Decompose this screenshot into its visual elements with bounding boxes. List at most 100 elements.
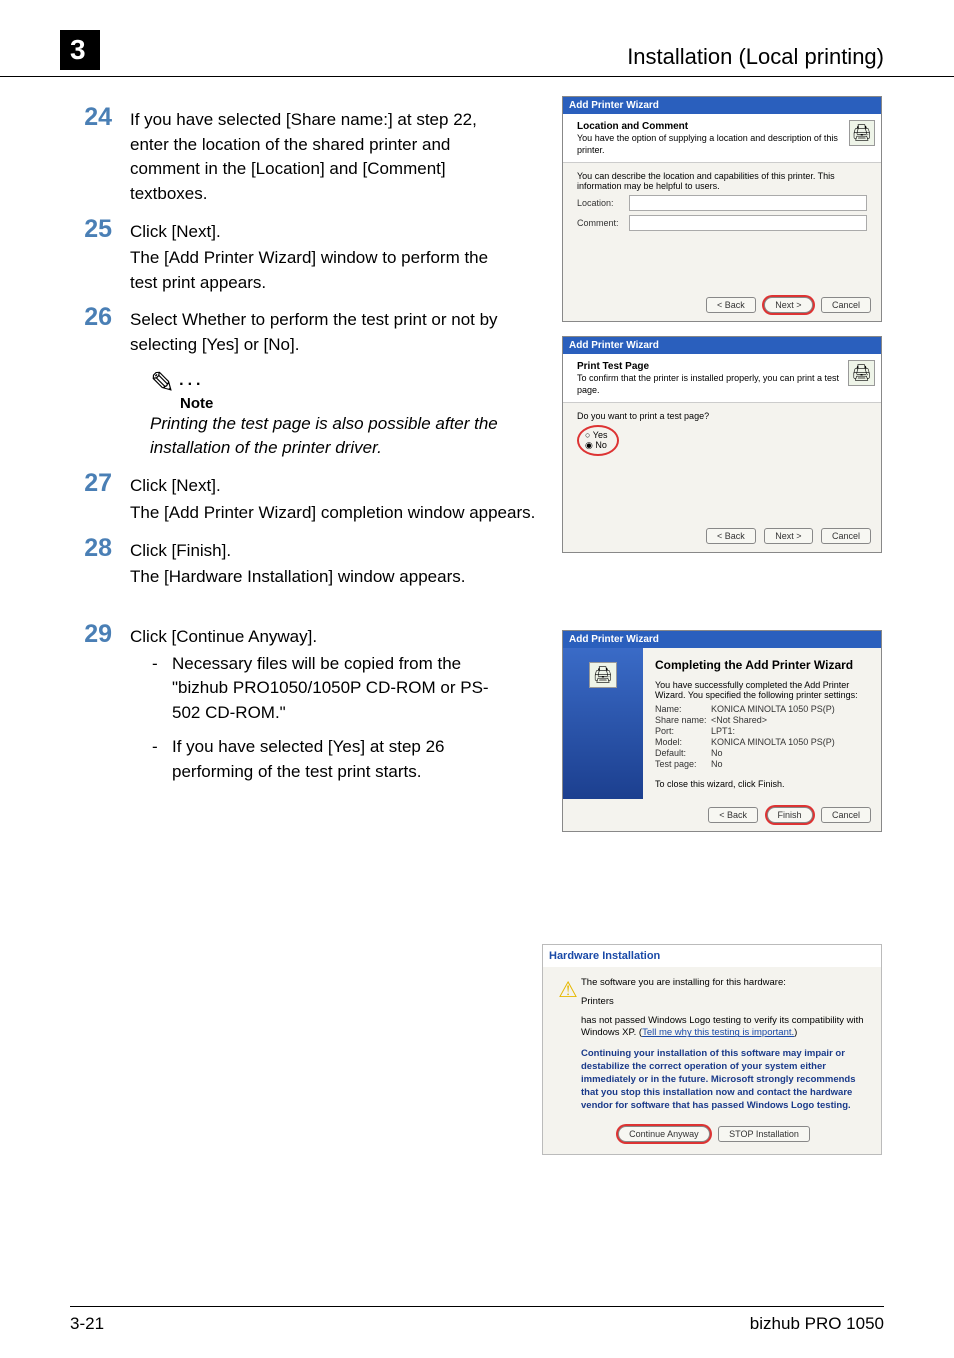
cancel-button[interactable]: Cancel [821,528,871,544]
dialog-header-sub: To confirm that the printer is installed… [577,373,839,395]
dialog-print-test-page: Add Printer Wizard Print Test Page To co… [562,336,882,553]
note-block: ✎... Note Printing the test page is also… [150,366,510,460]
dialog-title: Add Printer Wizard [563,337,881,354]
radio-no-label: No [595,440,607,450]
step-number: 24 [70,103,130,207]
finish-button[interactable]: Finish [767,807,813,823]
kv-name: Name:KONICA MINOLTA 1050 PS(P) [655,704,869,714]
dialog-title: Add Printer Wizard [563,631,881,648]
kv-key: Share name: [655,715,711,725]
kv-key: Model: [655,737,711,747]
step-number: 27 [70,469,130,525]
dialog-body: Do you want to print a test page? ○ Yes … [563,403,881,520]
step-text: Click [Finish]. The [Hardware Installati… [130,534,465,590]
dialog-header-text: Print Test Page To confirm that the prin… [577,360,848,396]
kv-testpage: Test page:No [655,759,869,769]
logo-testing-link[interactable]: Tell me why this testing is important. [642,1027,794,1038]
kv-model: Model:KONICA MINOLTA 1050 PS(P) [655,737,869,747]
radio-no[interactable]: ◉ No [585,440,607,451]
step-line: Click [Next]. [130,220,500,245]
next-button[interactable]: Next > [764,297,812,313]
radio-yes[interactable]: ○ Yes [585,430,607,440]
bullet-text: Necessary files will be copied from the … [172,652,500,726]
step-line: Click [Finish]. [130,539,465,564]
dialog-location-comment: Add Printer Wizard Location and Comment … [562,96,882,322]
warning-icon: ⚠ [555,977,581,1112]
note-dots-icon: ... [179,372,204,389]
location-field-row: Location: [577,195,867,211]
dialog-header-text: Location and Comment You have the option… [577,120,849,156]
step-line: The [Add Printer Wizard] completion wind… [130,501,535,526]
kv-key: Port: [655,726,711,736]
printer-icon: 🖨 [849,120,875,146]
header-title: Installation (Local printing) [627,44,884,70]
step-text: If you have selected [Share name:] at st… [130,103,500,207]
step-number: 28 [70,534,130,590]
test-page-question: Do you want to print a test page? [577,411,867,421]
dialog-completing-wizard: Add Printer Wizard 🖨 Completing the Add … [562,630,882,832]
dialog-summary: Completing the Add Printer Wizard You ha… [643,648,881,799]
hw-line3: has not passed Windows Logo testing to v… [581,1015,869,1041]
dialog-close-text: To close this wizard, click Finish. [655,779,869,789]
dialog-footer: < Back Next > Cancel [563,520,881,552]
step-text: Click [Continue Anyway]. - Necessary fil… [130,620,500,795]
back-button[interactable]: < Back [706,528,756,544]
dialog-intro: You can describe the location and capabi… [577,171,867,191]
printer-icon: 🖨 [589,662,617,688]
dialog-body: ⚠ The software you are installing for th… [543,967,881,1118]
dialog-title: Hardware Installation [543,945,881,967]
bullet-item: - Necessary files will be copied from th… [152,652,500,726]
step-number: 26 [70,303,130,357]
step-line: The [Hardware Installation] window appea… [130,565,465,590]
dialog-desc: You have successfully completed the Add … [655,680,869,700]
next-button[interactable]: Next > [764,528,812,544]
back-button[interactable]: < Back [706,297,756,313]
kv-port: Port:LPT1: [655,726,869,736]
stop-installation-button[interactable]: STOP Installation [718,1126,810,1142]
dialog-body: 🖨 Completing the Add Printer Wizard You … [563,648,881,799]
kv-sharename: Share name:<Not Shared> [655,715,869,725]
hw-line3b: ) [794,1027,797,1038]
dialog-footer: Continue Anyway STOP Installation [543,1118,881,1154]
comment-field-row: Comment: [577,215,867,231]
dialog-footer: < Back Next > Cancel [563,289,881,321]
step-line: Click [Continue Anyway]. [130,625,500,650]
dialog-heading: Completing the Add Printer Wizard [655,658,869,672]
dialog-header: Location and Comment You have the option… [563,114,881,163]
step-text: Click [Next]. The [Add Printer Wizard] w… [130,215,500,296]
page-header: 3 Installation (Local printing) [0,0,954,77]
location-label: Location: [577,198,629,208]
step-number: 25 [70,215,130,296]
step-line: Click [Next]. [130,474,535,499]
dialog-hardware-installation: Hardware Installation ⚠ The software you… [542,944,882,1155]
page-footer: 3-21 bizhub PRO 1050 [0,1306,954,1334]
note-label: Note [180,395,510,412]
dialog-header-sub: You have the option of supplying a locat… [577,133,838,155]
step-text: Select Whether to perform the test print… [130,303,500,357]
dialog-sidebar: 🖨 [563,648,643,799]
chapter-number: 3 [60,30,100,70]
kv-key: Name: [655,704,711,714]
kv-val: KONICA MINOLTA 1050 PS(P) [711,737,835,747]
cancel-button[interactable]: Cancel [821,297,871,313]
kv-key: Test page: [655,759,711,769]
location-input[interactable] [629,195,867,211]
radio-group-highlight: ○ Yes ◉ No [577,425,619,456]
cancel-button[interactable]: Cancel [821,807,871,823]
page-number: 3-21 [70,1314,104,1334]
continue-anyway-button[interactable]: Continue Anyway [618,1126,710,1142]
bullet-dash-icon: - [152,652,172,726]
bullet-text: If you have selected [Yes] at step 26 pe… [172,735,500,784]
comment-input[interactable] [629,215,867,231]
product-name: bizhub PRO 1050 [750,1314,884,1334]
kv-val: KONICA MINOLTA 1050 PS(P) [711,704,835,714]
hw-line1: The software you are installing for this… [581,977,869,990]
step-line: The [Add Printer Wizard] window to perfo… [130,246,500,295]
kv-default: Default:No [655,748,869,758]
dialog-header-bold: Location and Comment [577,121,688,132]
bullet-item: - If you have selected [Yes] at step 26 … [152,735,500,784]
back-button[interactable]: < Back [708,807,758,823]
hw-line2: Printers [581,996,869,1009]
kv-key: Default: [655,748,711,758]
dialog-footer: < Back Finish Cancel [563,799,881,831]
